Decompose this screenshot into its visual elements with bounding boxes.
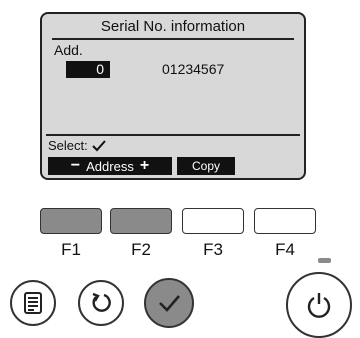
ok-button[interactable] xyxy=(144,278,194,328)
f1-button[interactable] xyxy=(40,208,102,234)
checkmark-icon xyxy=(92,139,106,151)
select-label: Select: xyxy=(48,138,88,153)
bottom-divider xyxy=(46,134,300,136)
serial-number: 01234567 xyxy=(162,61,225,77)
f2-button[interactable] xyxy=(110,208,172,234)
return-button[interactable] xyxy=(78,280,124,326)
return-icon xyxy=(92,292,111,312)
address-softkey-label: Address xyxy=(86,158,134,174)
address-softkey: − Address + xyxy=(48,157,172,175)
menu-button[interactable] xyxy=(10,280,56,326)
f2-label: F2 xyxy=(131,240,151,259)
f3-button[interactable] xyxy=(182,208,244,234)
f4-label: F4 xyxy=(275,240,295,259)
power-icon xyxy=(307,293,331,318)
checkmark-icon xyxy=(159,295,180,312)
screen-title: Serial No. information xyxy=(100,18,246,35)
lcd-screen: Serial No. information Add. 0 01234567 S… xyxy=(40,12,306,180)
softkey-bar: − Address + Copy xyxy=(48,157,235,175)
power-indicator-lamp xyxy=(318,258,331,263)
address-label: Add. xyxy=(54,42,83,58)
plus-icon: + xyxy=(139,157,150,174)
title-divider xyxy=(52,38,294,40)
select-hint: Select: xyxy=(48,138,106,153)
menu-icon xyxy=(24,292,42,314)
power-button[interactable] xyxy=(286,272,352,338)
f1-label: F1 xyxy=(61,240,81,259)
f4-button[interactable] xyxy=(254,208,316,234)
f3-label: F3 xyxy=(203,240,223,259)
minus-icon: − xyxy=(70,157,81,174)
copy-softkey: Copy xyxy=(177,157,235,175)
address-value-field[interactable]: 0 xyxy=(66,61,110,78)
